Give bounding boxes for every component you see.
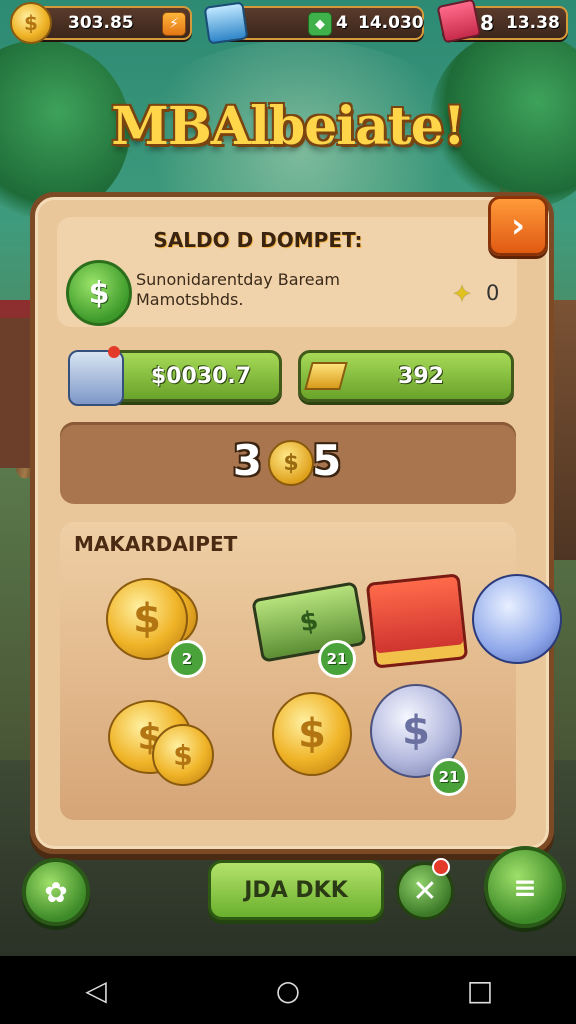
chest-icon	[365, 573, 469, 669]
chest-icon	[436, 0, 482, 44]
coins-resource[interactable]: $ 303.85 ⚡	[10, 2, 192, 44]
star-value: 0	[486, 281, 500, 305]
blue-coin-icon	[472, 574, 562, 664]
green-coin-icon: $	[66, 260, 132, 326]
home-icon[interactable]: ○	[258, 960, 318, 1020]
settings-button[interactable]: ✿	[22, 858, 90, 926]
star-icon: ✦	[452, 280, 473, 308]
resource-badge[interactable]: ⚡	[162, 12, 186, 36]
notification-dot	[432, 858, 450, 876]
gear-icon: ✿	[44, 875, 68, 909]
description-line-1: Sunonidarentday Baream	[136, 270, 341, 289]
back-icon[interactable]: ◁	[66, 960, 126, 1020]
close-icon: ✕	[412, 873, 438, 909]
system-nav-bar: ◁ ○ □	[0, 956, 576, 1024]
item-badge: 2	[168, 640, 206, 678]
gems-badge-count: 4	[336, 13, 348, 33]
gold-balance-value: 392	[398, 363, 444, 389]
description-line-2: Mamotsbhds.	[136, 290, 244, 309]
item-badge: 21	[318, 640, 356, 678]
shop-title: MAKARDAIPET	[74, 532, 238, 556]
counter-left: 3	[232, 436, 264, 485]
page-title: MBAlbeiate!	[111, 96, 465, 157]
chests-value: 13.38	[506, 13, 560, 33]
gems-value: 14.030	[358, 13, 424, 33]
saldo-title: SALDO D DOMPET:	[153, 228, 363, 252]
notification-dot	[108, 346, 120, 358]
main-action-button[interactable]: JDA DKK	[208, 860, 384, 920]
menu-button[interactable]: ≡	[484, 846, 566, 928]
crate-icon	[203, 1, 249, 45]
chests-resource[interactable]: 8 13.38	[436, 0, 568, 44]
gem-icon: ◆	[308, 12, 332, 36]
cash-balance-value: $0030.7	[150, 363, 252, 389]
cash-stack-icon	[68, 350, 124, 406]
item-badge: 21	[430, 758, 468, 796]
coin-icon: $	[10, 2, 52, 44]
next-button[interactable]: ›	[488, 196, 548, 256]
chests-badge-count: 8	[480, 11, 494, 35]
coins-value: 303.85	[68, 13, 134, 33]
counter-right: 5	[312, 436, 344, 485]
gems-resource[interactable]: ◆ 4 14.030	[203, 1, 424, 45]
coin-icon: $	[272, 692, 352, 776]
recents-icon[interactable]: □	[450, 960, 510, 1020]
counter-coin-icon: $	[268, 440, 314, 486]
gold-bar-icon	[304, 362, 348, 390]
saldo-description: Sunonidarentday Baream Mamotsbhds.	[136, 270, 436, 310]
coin-icon: $	[152, 724, 214, 786]
menu-icon: ≡	[513, 870, 537, 904]
